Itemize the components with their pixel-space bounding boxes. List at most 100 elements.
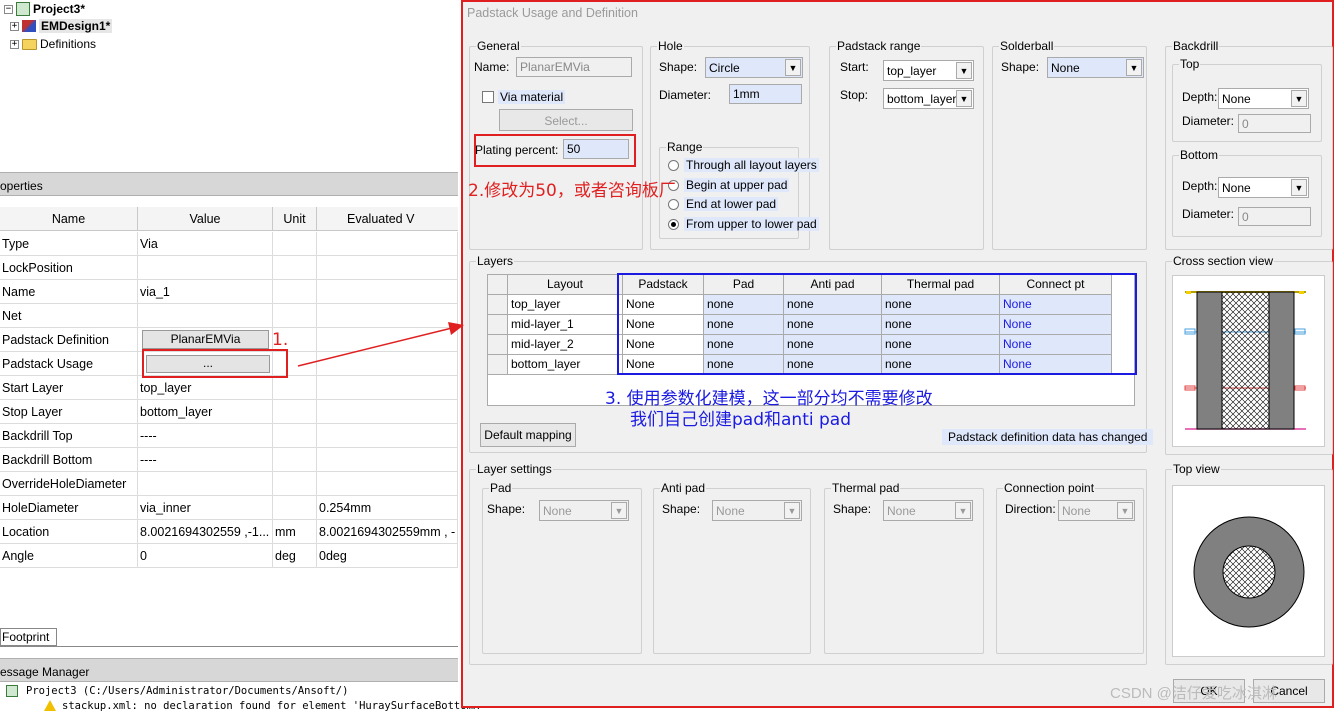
backdrill-bottom-diameter-label: Diameter: bbox=[1182, 207, 1235, 221]
property-row[interactable]: Location 8.0021694302559 ,-1... mm 8.002169… bbox=[0, 520, 458, 544]
chevron-down-icon: ▼ bbox=[785, 59, 801, 76]
tree-item-project[interactable]: − Project3* bbox=[4, 0, 85, 18]
row-selector[interactable] bbox=[488, 355, 508, 375]
backdrill-bottom-diameter-field[interactable]: 0 bbox=[1238, 207, 1311, 226]
property-row[interactable]: Start Layer top_layer bbox=[0, 376, 458, 400]
direction-value: None bbox=[1062, 504, 1091, 518]
property-row[interactable]: HoleDiameter via_inner 0.254mm bbox=[0, 496, 458, 520]
column-header-evaluated[interactable]: Evaluated V bbox=[317, 207, 477, 231]
layers-column-header[interactable]: Layout bbox=[508, 275, 623, 295]
chevron-down-icon: ▼ bbox=[956, 62, 972, 79]
solderball-shape-label: Shape: bbox=[1001, 60, 1040, 74]
backdrill-legend: Backdrill bbox=[1172, 39, 1220, 53]
property-name: Start Layer bbox=[0, 376, 138, 400]
range-radio[interactable] bbox=[668, 218, 679, 230]
via-material-checkbox[interactable] bbox=[482, 91, 494, 103]
thermal-legend: Thermal pad bbox=[831, 481, 901, 495]
property-evaluated: 0deg bbox=[317, 544, 458, 568]
annotation-step1: 1. bbox=[272, 330, 289, 350]
property-row[interactable]: Type Via bbox=[0, 232, 458, 256]
property-row[interactable]: Name via_1 bbox=[0, 280, 458, 304]
layers-cell[interactable]: bottom_layer bbox=[508, 355, 623, 375]
via-material-label: Via material bbox=[498, 90, 566, 104]
layers-legend: Layers bbox=[476, 254, 515, 268]
property-row[interactable]: Backdrill Top ---- bbox=[0, 424, 458, 448]
default-mapping-button[interactable]: Default mapping bbox=[480, 423, 576, 447]
backdrill-top-depth-label: Depth: bbox=[1182, 90, 1218, 104]
thermal-shape-dropdown[interactable]: None ▼ bbox=[883, 500, 973, 521]
property-unit bbox=[273, 472, 317, 496]
top-view-drawing bbox=[1193, 516, 1305, 628]
backdrill-top-diameter-field[interactable]: 0 bbox=[1238, 114, 1311, 133]
property-row[interactable]: Stop Layer bottom_layer bbox=[0, 400, 458, 424]
layer-settings-legend: Layer settings bbox=[476, 462, 553, 476]
hole-shape-dropdown[interactable]: Circle ▼ bbox=[705, 57, 803, 78]
stop-layer-dropdown[interactable]: bottom_layer ▼ bbox=[883, 88, 974, 109]
padstack-definition-button[interactable]: PlanarEMVia bbox=[142, 330, 269, 349]
property-value bbox=[138, 304, 273, 328]
row-selector[interactable] bbox=[488, 315, 508, 335]
property-row[interactable]: Backdrill Bottom ---- bbox=[0, 448, 458, 472]
pad-shape-dropdown[interactable]: None ▼ bbox=[539, 500, 629, 521]
property-row[interactable]: Angle 0 deg 0deg bbox=[0, 544, 458, 568]
cross-section-drawing bbox=[1184, 291, 1306, 430]
tab-footprint[interactable]: Footprint bbox=[0, 628, 57, 646]
column-header-unit[interactable]: Unit bbox=[273, 207, 317, 231]
property-unit bbox=[273, 376, 317, 400]
direction-dropdown[interactable]: None ▼ bbox=[1058, 500, 1135, 521]
layers-cell[interactable]: top_layer bbox=[508, 295, 623, 315]
property-name: Stop Layer bbox=[0, 400, 138, 424]
tree-item-project-label: Project3* bbox=[33, 2, 86, 16]
thermal-settings-group: Thermal pad Shape: None ▼ bbox=[824, 481, 984, 654]
expand-icon[interactable]: + bbox=[10, 39, 19, 49]
chevron-down-icon: ▼ bbox=[1117, 502, 1133, 519]
annotation-box-plating bbox=[474, 134, 636, 167]
dialog-title: Padstack Usage and Definition bbox=[467, 6, 638, 20]
pad-legend: Pad bbox=[489, 481, 513, 495]
range-group: Range Through all layout layers Begin at … bbox=[659, 140, 819, 239]
select-material-button[interactable]: Select... bbox=[499, 109, 633, 131]
property-value bbox=[138, 256, 273, 280]
property-value: ---- bbox=[138, 424, 273, 448]
solderball-shape-dropdown[interactable]: None ▼ bbox=[1047, 57, 1144, 78]
direction-label: Direction: bbox=[1005, 502, 1056, 516]
property-evaluated bbox=[317, 376, 458, 400]
annotation-step3-line2: 我们自己创建pad和anti pad bbox=[630, 410, 851, 430]
chevron-down-icon: ▼ bbox=[611, 502, 627, 519]
column-header-name[interactable]: Name bbox=[0, 207, 138, 231]
backdrill-top-group: Top Depth: None ▼ Diameter: 0 bbox=[1172, 57, 1322, 142]
hole-diameter-field[interactable]: 1mm bbox=[729, 84, 802, 104]
property-row[interactable]: OverrideHoleDiameter bbox=[0, 472, 458, 496]
stop-label: Stop: bbox=[840, 88, 869, 102]
row-selector[interactable] bbox=[488, 335, 508, 355]
property-value: top_layer bbox=[138, 376, 273, 400]
row-selector[interactable] bbox=[488, 295, 508, 315]
name-field[interactable]: PlanarEMVia bbox=[516, 57, 632, 77]
thermal-shape-label: Shape: bbox=[833, 502, 872, 516]
expand-icon[interactable]: + bbox=[10, 21, 19, 31]
solderball-legend: Solderball bbox=[999, 39, 1055, 53]
layers-cell[interactable]: mid-layer_1 bbox=[508, 315, 623, 335]
layers-cell[interactable]: mid-layer_2 bbox=[508, 335, 623, 355]
chevron-down-icon: ▼ bbox=[955, 502, 971, 519]
annotation-step2: 2.修改为50，或者咨询板厂 bbox=[468, 181, 676, 201]
range-radio[interactable] bbox=[668, 160, 679, 171]
property-value bbox=[138, 472, 273, 496]
backdrill-top-depth-dropdown[interactable]: None ▼ bbox=[1218, 88, 1309, 109]
property-row[interactable]: LockPosition bbox=[0, 256, 458, 280]
backdrill-bottom-depth-value: None bbox=[1222, 181, 1251, 195]
pad-shape-value: None bbox=[543, 504, 572, 518]
tree-item-definitions[interactable]: + Definitions bbox=[10, 35, 96, 53]
property-evaluated bbox=[317, 400, 458, 424]
solderball-group: Solderball Shape: None ▼ bbox=[992, 39, 1147, 250]
column-header-value[interactable]: Value bbox=[138, 207, 273, 231]
backdrill-bottom-depth-dropdown[interactable]: None ▼ bbox=[1218, 177, 1309, 198]
start-layer-dropdown[interactable]: top_layer ▼ bbox=[883, 60, 974, 81]
antipad-shape-dropdown[interactable]: None ▼ bbox=[712, 500, 802, 521]
properties-panel-title: operties bbox=[0, 172, 458, 196]
tree-item-design[interactable]: + EMDesign1* bbox=[10, 17, 113, 35]
chevron-down-icon: ▼ bbox=[1126, 59, 1142, 76]
property-name: Padstack Usage bbox=[0, 352, 138, 376]
range-option-label: Begin at upper pad bbox=[684, 177, 790, 192]
collapse-icon[interactable]: − bbox=[4, 4, 13, 14]
